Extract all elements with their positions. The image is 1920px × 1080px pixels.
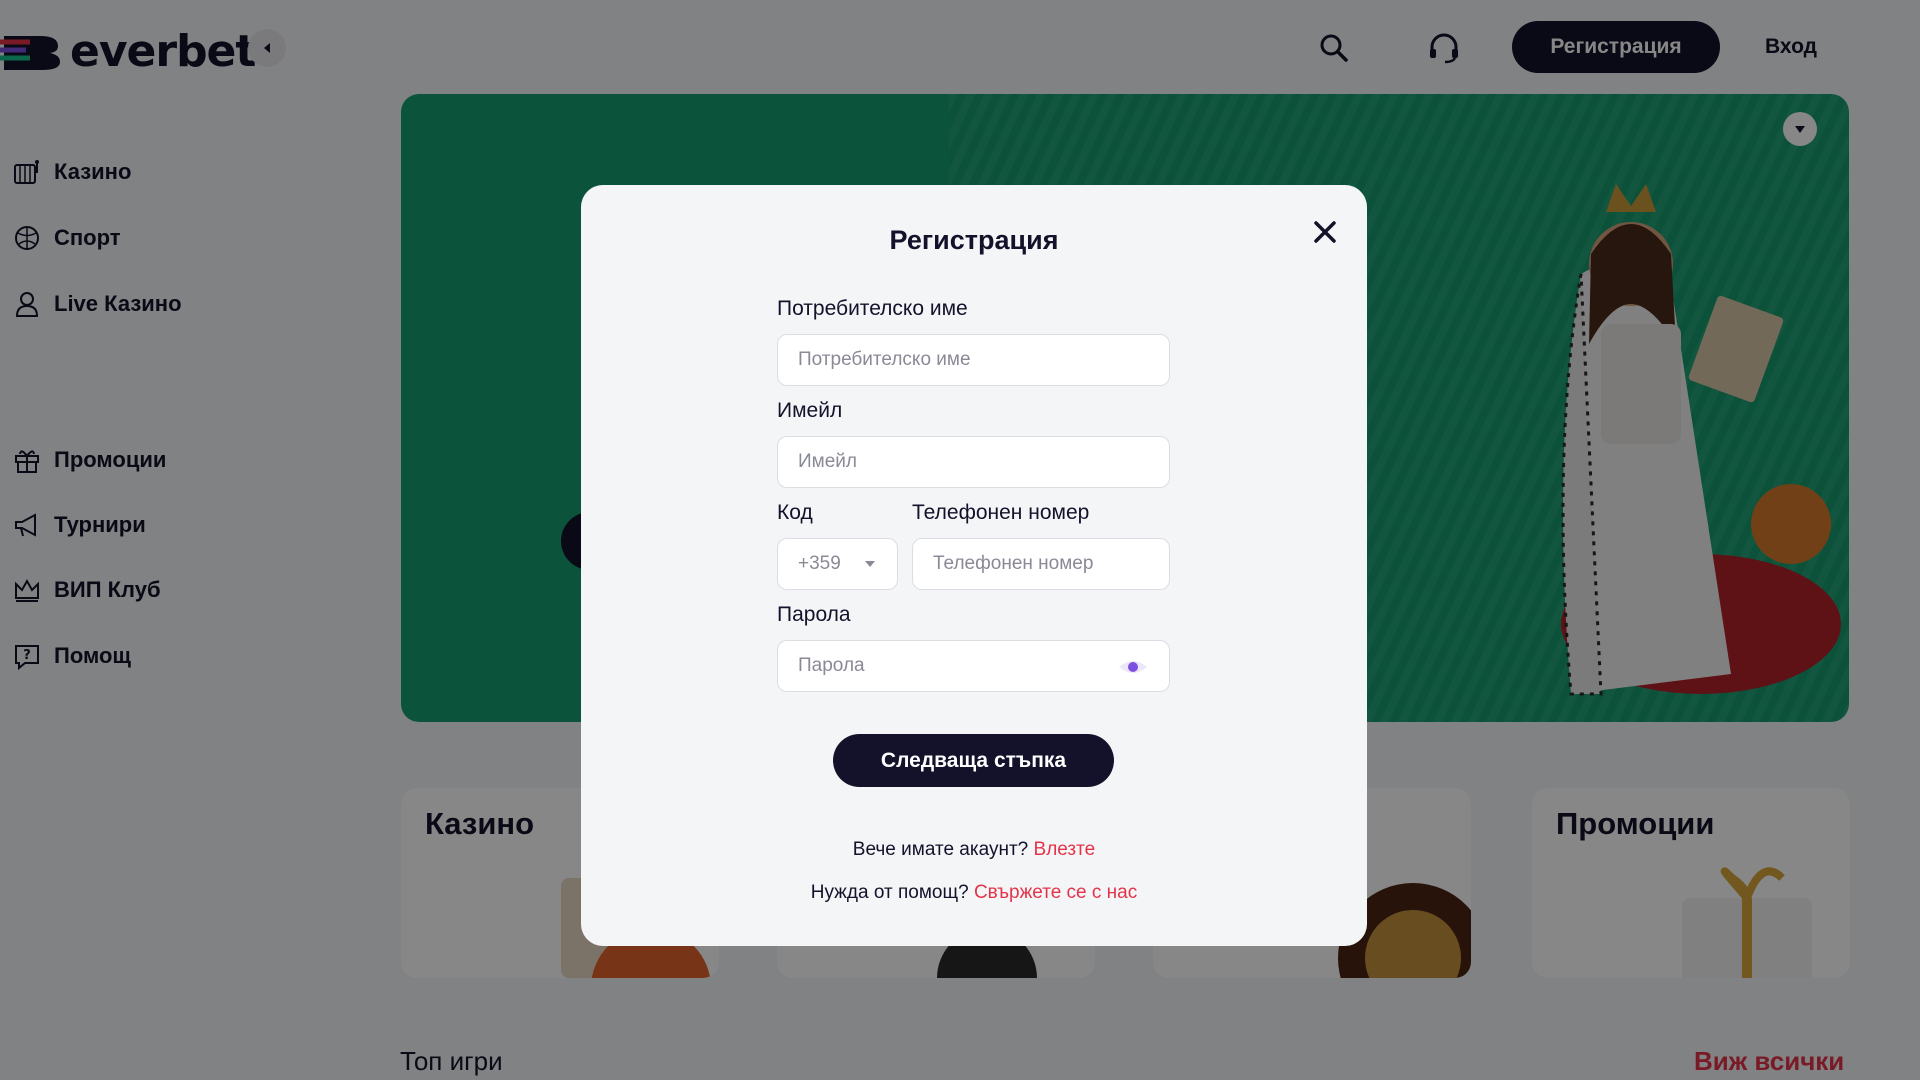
username-label: Потребителско име xyxy=(777,297,968,320)
email-label: Имейл xyxy=(777,399,843,422)
help-prompt-text: Нужда от помощ? xyxy=(810,882,969,903)
help-prompt: Нужда от помощ? Свържете се с нас xyxy=(581,882,1367,904)
close-icon xyxy=(1314,221,1336,243)
caret-down-icon xyxy=(865,561,875,567)
password-input[interactable]: Парола xyxy=(777,640,1170,692)
country-code-value: +359 xyxy=(798,553,841,574)
login-prompt: Вече имате акаунт? Влезте xyxy=(581,839,1367,861)
login-prompt-text: Вече имате акаунт? xyxy=(852,839,1029,860)
username-input[interactable]: Потребителско име xyxy=(777,334,1170,386)
email-input[interactable]: Имейл xyxy=(777,436,1170,488)
contact-link[interactable]: Свържете се с нас xyxy=(974,882,1137,903)
password-placeholder: Парола xyxy=(798,655,865,676)
phone-input[interactable]: Телефонен номер xyxy=(912,538,1170,590)
login-link[interactable]: Влезте xyxy=(1034,839,1096,860)
next-step-button[interactable]: Следваща стъпка xyxy=(833,734,1114,787)
registration-modal: Регистрация Потребителско име Потребител… xyxy=(581,185,1367,946)
close-button[interactable] xyxy=(1308,215,1342,249)
country-code-select[interactable]: +359 xyxy=(777,538,898,590)
phone-label: Телефонен номер xyxy=(912,501,1090,524)
modal-title: Регистрация xyxy=(889,225,1059,255)
eye-icon[interactable] xyxy=(1117,657,1149,677)
code-label: Код xyxy=(777,501,813,524)
password-label: Парола xyxy=(777,603,851,626)
